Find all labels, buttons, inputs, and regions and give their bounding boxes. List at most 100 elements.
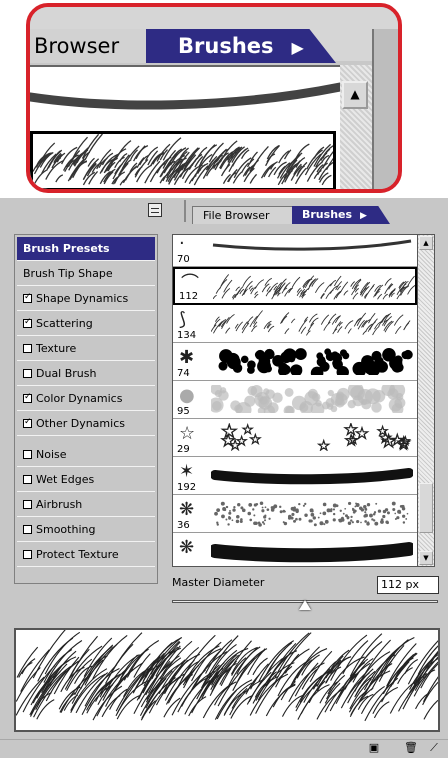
svg-text:⟆: ⟆	[179, 309, 186, 329]
checkbox[interactable]	[23, 291, 32, 303]
zoom-line-stroke	[30, 82, 340, 110]
brushes-palette: File Browser Brushes ▶ Brush Presets Brus…	[0, 197, 448, 758]
brush-preset-row[interactable]: ❋	[173, 533, 417, 566]
svg-text:☆: ☆	[249, 432, 261, 448]
brush-tip-icon: ●	[179, 385, 195, 405]
zoom-grass-stroke	[32, 133, 345, 186]
brush-preset-row[interactable]: · 70	[173, 234, 417, 267]
option-label: Smoothing	[36, 523, 96, 536]
brush-tip-icon: ⟆	[179, 309, 186, 329]
svg-text:❋: ❋	[179, 499, 194, 519]
brush-preset-row[interactable]: ● 95	[173, 381, 417, 419]
option-label: Airbrush	[36, 498, 83, 511]
checkbox[interactable]	[23, 550, 32, 559]
svg-text:☆: ☆	[229, 437, 242, 451]
zoom-brush-list	[30, 65, 345, 189]
brush-size-label: 74	[177, 368, 190, 379]
option-label: Dual Brush	[36, 367, 97, 380]
brush-preset-row[interactable]: ❋ 36	[173, 495, 417, 533]
checkbox[interactable]	[23, 369, 32, 378]
brush-preset-list: · 70 ⌒ 112 ⟆ 134 ✱ 74 ● 95 ☆ 29 ☆ ☆ ☆ ☆ ☆ ☆ ☆ ☆ ☆ ☆ ☆ ☆ ☆ ☆ ☆ ☆ ☆ ☆ ✶ 1…	[172, 234, 418, 567]
trash-icon[interactable]: 🗑	[404, 742, 418, 754]
option-brush-tip-shape[interactable]: Brush Tip Shape	[17, 262, 155, 286]
option-other-dynamics[interactable]: Other Dynamics	[17, 412, 155, 436]
resize-grip-icon[interactable]: ⟋	[428, 742, 440, 754]
checkbox[interactable]	[23, 316, 32, 328]
svg-text:⌒: ⌒	[181, 273, 199, 293]
option-color-dynamics[interactable]: Color Dynamics	[17, 387, 155, 411]
new-brush-icon[interactable]: ▣	[368, 742, 380, 754]
brush-stroke-sample	[212, 239, 412, 251]
brush-stroke-sample	[211, 542, 413, 563]
brush-size-label: 112	[179, 291, 199, 302]
master-diameter-label: Master Diameter	[172, 576, 265, 589]
master-diameter-slider-thumb[interactable]	[299, 600, 311, 610]
checkbox[interactable]	[23, 475, 32, 484]
option-label: Color Dynamics	[36, 392, 123, 405]
brush-list-scrollbar[interactable]: ▲ ▼	[418, 234, 435, 567]
checkbox[interactable]	[23, 391, 32, 403]
zoom-tab-bar: Browser Brushes ▶	[30, 7, 398, 63]
scroll-thumb[interactable]	[419, 483, 433, 533]
tab-file-browser[interactable]: File Browser	[192, 206, 298, 224]
brush-tip-icon: ❋	[179, 499, 194, 519]
svg-text:●: ●	[179, 385, 195, 405]
preview-grass-stroke	[15, 623, 448, 722]
option-scattering[interactable]: Scattering	[17, 312, 155, 336]
brush-size-label: 192	[177, 482, 197, 493]
brush-tip-icon: ☆	[179, 423, 195, 443]
option-smoothing[interactable]: Smoothing	[17, 518, 155, 542]
brush-preset-row[interactable]: ⌒ 112	[173, 267, 417, 305]
checkbox[interactable]	[23, 416, 32, 428]
checkbox[interactable]	[23, 525, 32, 534]
svg-text:☆: ☆	[348, 432, 359, 447]
option-wet-edges[interactable]: Wet Edges	[17, 468, 155, 492]
option-airbrush[interactable]: Airbrush	[17, 493, 155, 517]
brush-preset-row[interactable]: ⟆ 134	[173, 305, 417, 343]
zoom-scrollbar: ▲	[340, 65, 372, 189]
svg-text:·: ·	[179, 234, 185, 253]
brush-stroke-sample	[213, 274, 415, 300]
brush-preset-row[interactable]: ✶ 192	[173, 457, 417, 495]
brush-tip-icon: ✶	[179, 461, 194, 481]
zoom-tab-arrow-icon: ▶	[291, 38, 304, 57]
brush-preset-row[interactable]: ✱ 74	[173, 343, 417, 381]
brush-size-label: 36	[177, 520, 190, 531]
option-noise[interactable]: Noise	[17, 443, 155, 467]
option-protect-texture[interactable]: Protect Texture	[17, 543, 155, 567]
svg-text:☆: ☆	[377, 423, 389, 439]
option-dual-brush[interactable]: Dual Brush	[17, 362, 155, 386]
brush-size-label: 29	[177, 444, 190, 455]
option-label: Texture	[36, 342, 77, 355]
zoom-tab-brushes-label: Brushes	[178, 34, 274, 58]
svg-text:☆: ☆	[179, 423, 195, 443]
svg-text:✱: ✱	[179, 347, 194, 367]
brush-preset-row[interactable]: ☆ 29 ☆ ☆ ☆ ☆ ☆ ☆ ☆ ☆ ☆ ☆ ☆ ☆ ☆ ☆ ☆ ☆ ☆ ☆	[173, 419, 417, 457]
brush-stroke-sample	[211, 468, 413, 485]
brush-tip-icon: ·	[179, 234, 185, 253]
svg-text:☆: ☆	[397, 437, 409, 451]
scroll-up-icon[interactable]: ▲	[419, 236, 433, 250]
option-label: Brush Tip Shape	[23, 267, 113, 280]
tab-brushes[interactable]: Brushes ▶	[292, 206, 390, 224]
option-label: Noise	[36, 448, 67, 461]
option-texture[interactable]: Texture	[17, 337, 155, 361]
checkbox[interactable]	[23, 344, 32, 353]
option-shape-dynamics[interactable]: Shape Dynamics	[17, 287, 155, 311]
brush-stroke-sample	[211, 310, 411, 336]
brush-stroke-sample	[211, 385, 406, 413]
brush-tip-icon: ✱	[179, 347, 194, 367]
brush-options-panel: Brush Presets Brush Tip Shape Shape Dynam…	[14, 234, 158, 584]
palette-menu-icon[interactable]	[148, 203, 162, 217]
checkbox[interactable]	[23, 500, 32, 509]
checkbox[interactable]	[23, 450, 32, 459]
zoom-tab-file-browser: Browser	[30, 29, 152, 63]
scroll-down-icon[interactable]: ▼	[419, 551, 433, 565]
brush-presets-item[interactable]: Brush Presets	[17, 237, 155, 261]
brush-tip-icon: ❋	[179, 537, 194, 557]
tab-menu-arrow-icon[interactable]: ▶	[360, 211, 367, 221]
option-label: Wet Edges	[36, 473, 95, 486]
svg-text:☆: ☆	[317, 437, 330, 451]
master-diameter-input[interactable]: 112 px	[377, 576, 439, 594]
brush-size-label: 70	[177, 254, 190, 265]
